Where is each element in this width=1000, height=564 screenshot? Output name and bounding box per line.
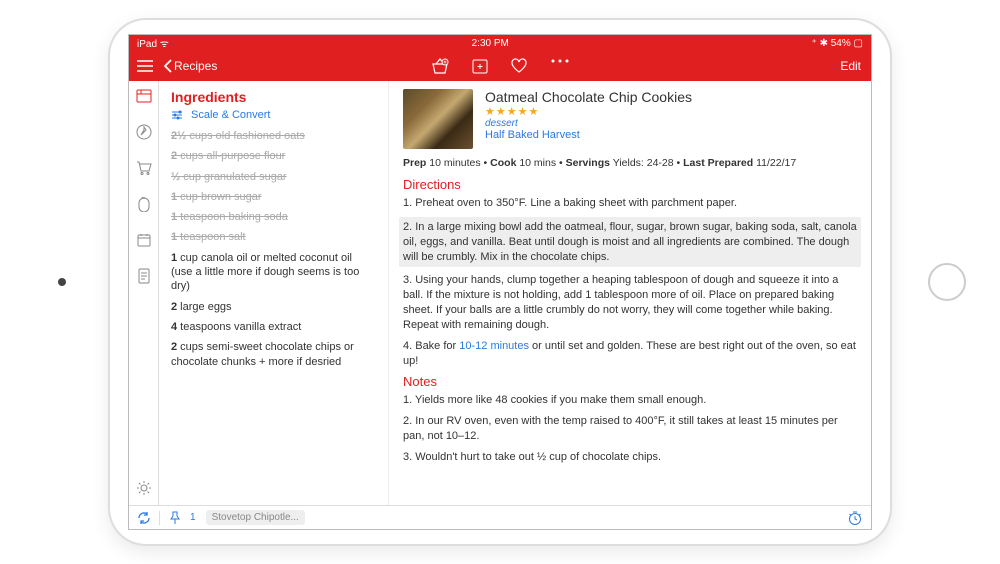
recipe-tag[interactable]: dessert [485, 118, 692, 129]
sidebar-item-menus[interactable] [135, 267, 153, 285]
status-time: 2:30 PM [169, 38, 812, 49]
direction-step[interactable]: 2. In a large mixing bowl add the oatmea… [399, 217, 861, 268]
recipe-meta: Prep 10 minutes • Cook 10 mins • Serving… [403, 157, 857, 169]
sidebar-item-settings[interactable] [135, 479, 153, 497]
back-label: Recipes [174, 59, 217, 73]
sidebar-item-meals[interactable] [135, 231, 153, 249]
pin-icon[interactable] [170, 511, 180, 525]
direction-step[interactable]: 4. Bake for 10-12 minutes or until set a… [403, 339, 857, 369]
sidebar-item-pantry[interactable] [135, 195, 153, 213]
nav-bar: Recipes Edit [129, 51, 871, 81]
bottom-bar: 1 Stovetop Chipotle... [129, 505, 871, 529]
recipe-pane: Oatmeal Chocolate Chip Cookies ★★★★★ des… [389, 81, 871, 505]
ingredient-item[interactable]: 2 large eggs [171, 300, 376, 314]
back-button[interactable]: Recipes [163, 59, 217, 73]
status-bar: iPad ᯤ 2:30 PM ⁺ ✱ 54% ▢ [129, 35, 871, 51]
rating-stars[interactable]: ★★★★★ [485, 105, 692, 118]
more-icon[interactable] [550, 58, 570, 74]
ingredient-item[interactable]: 2 cups semi-sweet chocolate chips or cho… [171, 340, 376, 369]
ingredients-heading: Ingredients [171, 89, 376, 105]
note-item[interactable]: 1. Yields more like 48 cookies if you ma… [403, 393, 857, 408]
ingredient-item[interactable]: 1 teaspoon baking soda [171, 210, 376, 224]
note-item[interactable]: 3. Wouldn't hurt to take out ½ cup of ch… [403, 450, 857, 465]
timer-icon[interactable] [847, 510, 863, 526]
edit-button[interactable]: Edit [840, 59, 861, 73]
sidebar [129, 81, 159, 505]
ingredient-item[interactable]: ½ cup granulated sugar [171, 170, 376, 184]
ingredient-item[interactable]: 2½ cups old fashioned oats [171, 129, 376, 143]
sidebar-item-browse[interactable] [135, 123, 153, 141]
directions-heading: Directions [403, 177, 857, 192]
sidebar-item-recipe[interactable] [135, 87, 153, 105]
direction-step[interactable]: 3. Using your hands, clump together a he… [403, 273, 857, 332]
scale-convert-label: Scale & Convert [191, 109, 270, 121]
status-left: iPad ᯤ [137, 36, 169, 50]
pinned-chip[interactable]: Stovetop Chipotle... [206, 510, 305, 525]
recipe-source-link[interactable]: Half Baked Harvest [485, 129, 692, 141]
recipe-title: Oatmeal Chocolate Chip Cookies [485, 89, 692, 105]
sync-icon[interactable] [137, 511, 160, 525]
notes-heading: Notes [403, 374, 857, 389]
ingredient-item[interactable]: 1 cup canola oil or melted coconut oil (… [171, 251, 376, 294]
ingredient-item[interactable]: 1 cup brown sugar [171, 190, 376, 204]
heart-icon[interactable] [510, 58, 528, 74]
scale-convert-button[interactable]: Scale & Convert [171, 109, 376, 121]
ingredients-pane: Ingredients Scale & Convert 2½ cups old … [159, 81, 389, 505]
recipe-image [403, 89, 473, 149]
ingredient-item[interactable]: 1 teaspoon salt [171, 230, 376, 244]
menu-icon[interactable] [137, 60, 153, 72]
sidebar-item-groceries[interactable] [135, 159, 153, 177]
status-right: ⁺ ✱ 54% ▢ [812, 38, 863, 49]
ipad-home-button[interactable] [928, 263, 966, 301]
direction-step[interactable]: 1. Preheat oven to 350°F. Line a baking … [403, 196, 857, 211]
note-item[interactable]: 2. In our RV oven, even with the temp ra… [403, 414, 857, 444]
ingredient-item[interactable]: 2 cups all-purpose flour [171, 149, 376, 163]
pin-count: 1 [190, 512, 196, 523]
basket-icon[interactable] [430, 58, 450, 74]
ipad-camera [58, 278, 66, 286]
ingredient-item[interactable]: 4 teaspoons vanilla extract [171, 320, 376, 334]
calendar-add-icon[interactable] [472, 58, 488, 74]
